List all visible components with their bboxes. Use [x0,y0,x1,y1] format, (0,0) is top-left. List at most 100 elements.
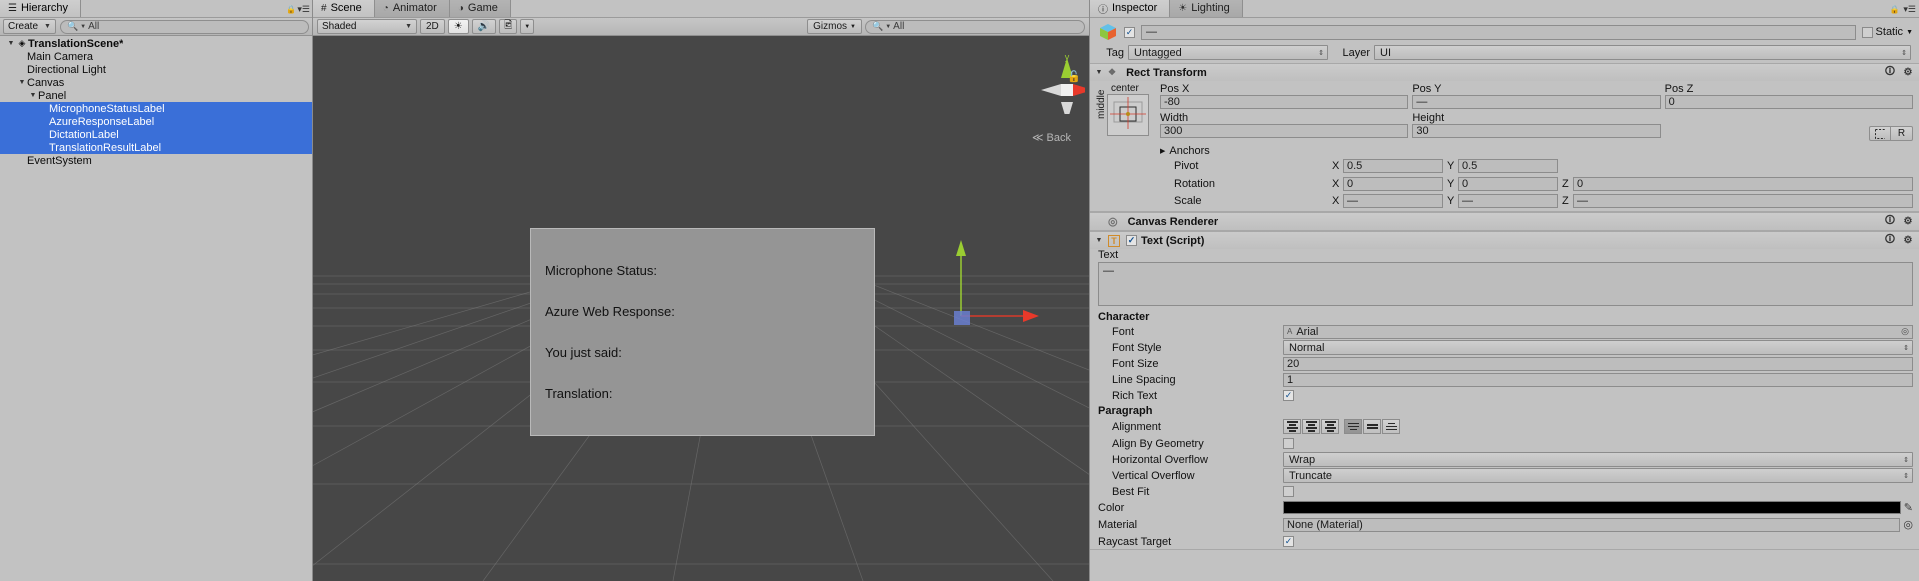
material-object-field[interactable]: None (Material) [1283,517,1901,532]
font-style-dropdown[interactable]: Normal ⇕ [1283,340,1913,355]
horizontal-overflow-dropdown[interactable]: Wrap ⇕ [1283,452,1913,467]
tag-dropdown[interactable]: Untagged ⇕ [1128,45,1328,60]
toggle-2d-button[interactable]: 2D [420,19,445,34]
rotation-z-field[interactable]: 0 [1573,176,1913,191]
hierarchy-lock-icon[interactable]: 🔒 [286,5,296,14]
text-enabled-checkbox[interactable]: ✓ [1126,235,1137,246]
blueprint-mode-button[interactable] [1868,126,1891,141]
rich-text-checkbox[interactable]: ✓ [1283,390,1294,401]
rotation-x-field[interactable]: 0 [1343,176,1443,191]
panel-options-icon[interactable]: ▾☰ [1903,4,1919,17]
object-picker-icon[interactable]: ◎ [1901,326,1909,337]
anchor-preset-box[interactable] [1107,94,1149,136]
scene-audio-toggle[interactable]: 🔊 [471,19,497,34]
static-toggle[interactable]: Static ▼ [1861,26,1913,38]
text-value-textarea[interactable]: — [1098,262,1913,306]
hierarchy-item-azureresponselabel[interactable]: AzureResponseLabel [0,115,312,128]
hierarchy-item-panel[interactable]: ▼ Panel [0,89,312,102]
anchor-preset-area[interactable]: middle center [1090,83,1160,211]
foldout-icon[interactable]: ▼ [17,79,27,86]
align-top-button[interactable] [1344,419,1362,434]
foldout-icon[interactable]: ▼ [1094,237,1104,244]
eyedropper-icon[interactable]: ✎ [1904,501,1913,514]
foldout-icon[interactable]: ▼ [6,40,16,47]
pos-y-field[interactable]: — [1412,95,1661,109]
gear-icon[interactable]: ⚙ [1901,235,1915,246]
panel-lock-icon[interactable]: 🔒 [1889,5,1903,17]
pos-x-field[interactable]: -80 [1160,95,1409,109]
hierarchy-item-maincamera[interactable]: Main Camera [0,50,312,63]
scene-canvas-panel[interactable]: Microphone Status: Azure Web Response: You… [530,228,875,436]
foldout-icon[interactable]: ▶ [1160,147,1165,155]
hierarchy-item-directionallight[interactable]: Directional Light [0,63,312,76]
foldout-icon[interactable]: ▼ [28,92,38,99]
scene-lighting-toggle[interactable]: ☀ [447,19,469,34]
pivot-x-field[interactable]: 0.5 [1343,158,1443,173]
tab-hierarchy[interactable]: ☰ Hierarchy [0,0,82,17]
line-spacing-field[interactable]: 1 [1283,372,1913,387]
scene-fx-button[interactable]: 🖻 [499,19,518,34]
best-fit-checkbox[interactable] [1283,486,1294,497]
gizmos-dropdown[interactable]: Gizmos ▼ [807,19,862,34]
tab-scene[interactable]: # Scene [313,0,375,17]
scene-orientation-gizmo[interactable]: y x [1023,52,1085,114]
object-enabled-checkbox[interactable]: ✓ [1124,26,1135,38]
scale-x-field[interactable]: — [1343,193,1443,208]
scene-viewport[interactable]: Microphone Status: Azure Web Response: You… [313,36,1089,581]
font-size-field[interactable]: 20 [1283,356,1913,371]
scale-z-field[interactable]: — [1573,193,1913,208]
width-field[interactable]: 300 [1160,124,1409,138]
align-right-button[interactable] [1321,419,1339,434]
anchors-row[interactable]: ▶ Anchors [1160,143,1919,158]
layer-dropdown[interactable]: UI ⇕ [1374,45,1911,60]
hierarchy-item-eventsystem[interactable]: EventSystem [0,154,312,167]
raycast-target-checkbox[interactable]: ✓ [1283,536,1294,547]
rotation-y-field[interactable]: 0 [1458,176,1558,191]
scene-fx-dropdown[interactable]: ▼ [520,19,535,34]
vertical-overflow-dropdown[interactable]: Truncate ⇕ [1283,468,1913,483]
height-field[interactable]: 30 [1412,124,1661,138]
object-name-field[interactable]: — [1141,24,1856,40]
hierarchy-tree[interactable]: ▼ ◈ TranslationScene* Main Camera Directiona… [0,36,312,581]
pos-z-field[interactable]: 0 [1664,95,1913,109]
scene-back-label[interactable]: ≪ Back [1032,131,1071,144]
gear-icon[interactable]: ⚙ [1901,216,1915,227]
alignment-vertical-group[interactable] [1344,419,1400,434]
align-left-button[interactable] [1283,419,1301,434]
tab-inspector[interactable]: ⓘ Inspector [1090,0,1171,17]
chevron-down-icon[interactable]: ▼ [1906,29,1913,36]
object-picker-icon[interactable]: ◎ [1903,518,1913,531]
lock-icon[interactable]: 🔓 [1067,70,1081,83]
help-icon[interactable]: 🛈 [1883,213,1897,230]
rect-transform-header[interactable]: ▼ ❖ Rect Transform 🛈 ⚙ [1090,64,1919,81]
align-bottom-button[interactable] [1382,419,1400,434]
create-button[interactable]: Create ▼ [3,19,56,34]
move-gizmo[interactable] [943,226,1053,336]
text-script-header[interactable]: ▼ T ✓ Text (Script) 🛈 ⚙ [1090,232,1919,249]
hierarchy-item-dictationlabel[interactable]: DictationLabel [0,128,312,141]
align-middle-button[interactable] [1363,419,1381,434]
align-by-geometry-checkbox[interactable] [1283,438,1294,449]
static-checkbox[interactable] [1861,26,1873,38]
tab-lighting[interactable]: ☀ Lighting [1170,0,1243,17]
help-icon[interactable]: 🛈 [1883,232,1897,249]
hierarchy-options-icon[interactable]: ▾☰ [297,4,310,15]
tab-game[interactable]: ◑ Game [449,0,511,17]
hierarchy-item-translationresultlabel[interactable]: TranslationResultLabel [0,141,312,154]
align-center-button[interactable] [1302,419,1320,434]
canvas-renderer-header[interactable]: ◎ Canvas Renderer 🛈 ⚙ [1090,213,1919,230]
color-swatch[interactable] [1283,501,1901,514]
font-object-field[interactable]: A Arial ◎ [1283,324,1913,339]
help-icon[interactable]: 🛈 [1883,64,1897,81]
hierarchy-search-input[interactable]: 🔍 ▼ All [59,19,309,34]
draw-mode-dropdown[interactable]: Shaded ▼ [317,19,417,34]
foldout-icon[interactable]: ▼ [1094,69,1104,76]
alignment-horizontal-group[interactable] [1283,419,1339,434]
hierarchy-item-canvas[interactable]: ▼ Canvas [0,76,312,89]
scale-y-field[interactable]: — [1458,193,1558,208]
tab-animator[interactable]: ◔ Animator [374,0,450,17]
raw-edit-button[interactable]: R [1890,126,1913,141]
gear-icon[interactable]: ⚙ [1901,67,1915,78]
pivot-y-field[interactable]: 0.5 [1458,158,1558,173]
hierarchy-item-translationscene[interactable]: ▼ ◈ TranslationScene* [0,37,312,50]
